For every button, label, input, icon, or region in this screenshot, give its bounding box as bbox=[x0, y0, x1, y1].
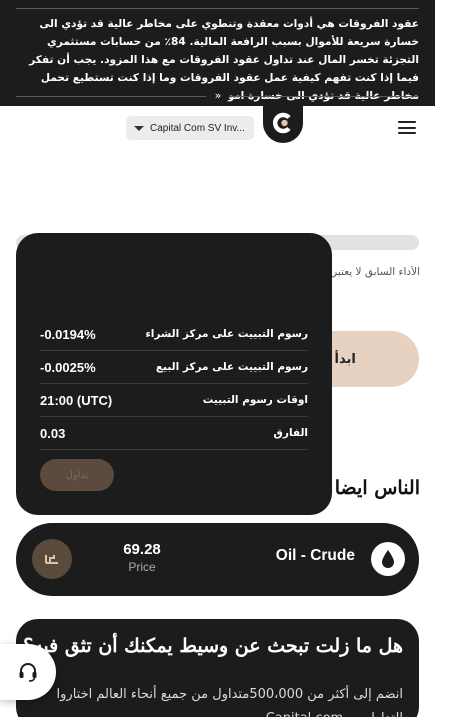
instrument-name: Oil - Crude bbox=[275, 547, 355, 564]
financing-value: -0.0194% bbox=[40, 326, 96, 342]
capital-com-logo[interactable] bbox=[263, 103, 303, 143]
instrument-card[interactable]: 69.28 Price Oil - Crude bbox=[16, 523, 419, 596]
entity-selector[interactable]: Capital Com SV Inv... bbox=[126, 116, 254, 140]
financing-value: 0.03 bbox=[40, 425, 66, 441]
financing-row-long: -0.0194% رسوم التبييت على مركز الشراء bbox=[40, 318, 308, 351]
financing-label: اوقات رسوم التبييت bbox=[202, 394, 308, 406]
people-also-heading: الناس ايضا bbox=[334, 477, 420, 499]
cta-title: هل ما زلت تبحث عن وسيط يمكنك أن تثق فيه؟ bbox=[23, 635, 403, 657]
trade-button[interactable]: تداول bbox=[40, 459, 114, 491]
financing-value: 21:00 (UTC) bbox=[40, 392, 113, 408]
financing-label: الفارق bbox=[273, 427, 308, 439]
chart-icon[interactable] bbox=[32, 539, 72, 579]
headset-icon bbox=[19, 663, 37, 682]
trust-cta-card: هل ما زلت تبحث عن وسيط يمكنك أن تثق فيه؟… bbox=[16, 619, 419, 717]
entity-selector-label: Capital Com SV Inv... bbox=[150, 122, 245, 134]
financing-label: رسوم التبييت على مركز الشراء bbox=[145, 328, 308, 340]
divider bbox=[16, 8, 419, 9]
financing-popup: -0.0194% رسوم التبييت على مركز الشراء -0… bbox=[16, 233, 332, 515]
financing-value: -0.0025% bbox=[40, 359, 96, 375]
financing-row-time: 21:00 (UTC) اوقات رسوم التبييت bbox=[40, 384, 308, 417]
chevron-down-icon bbox=[134, 125, 144, 131]
support-button[interactable] bbox=[0, 644, 56, 700]
instrument-price: 69.28 bbox=[123, 541, 161, 558]
instrument-price-label: Price bbox=[128, 560, 156, 574]
instrument-price-block: 69.28 Price bbox=[112, 541, 172, 574]
logo-mark-icon bbox=[273, 112, 291, 134]
financing-row-short: -0.0025% رسوم التبييت على مركز البيع bbox=[40, 351, 308, 384]
financing-label: رسوم التبييت على مركز البيع bbox=[155, 361, 308, 373]
financing-row-spread: 0.03 الفارق bbox=[40, 417, 308, 450]
oil-drop-icon bbox=[371, 542, 405, 576]
hamburger-icon[interactable] bbox=[398, 121, 416, 134]
cta-body: انضم إلى أكثر من 500،000متداول من جميع أ… bbox=[56, 687, 403, 717]
